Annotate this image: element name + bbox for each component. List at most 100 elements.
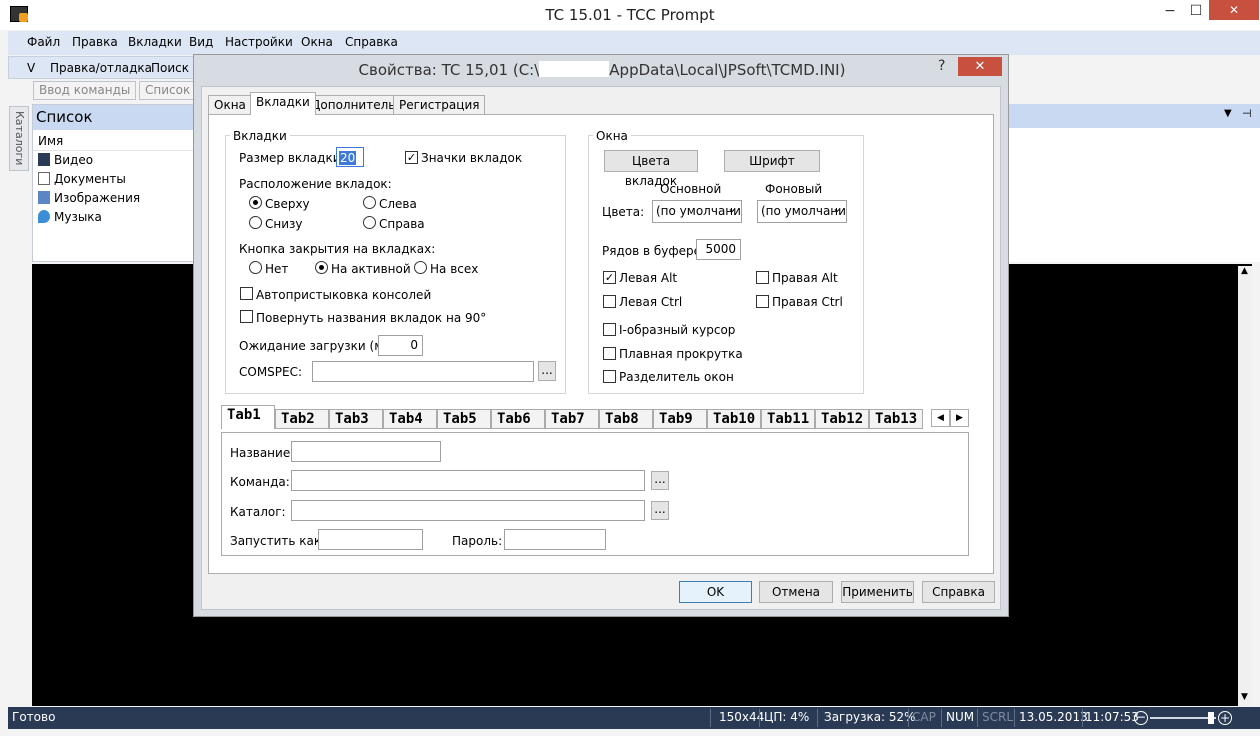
ok-button[interactable]: OK bbox=[679, 581, 752, 603]
zoom-slider-thumb[interactable] bbox=[1208, 712, 1214, 724]
splitter-label: Разделитель окон bbox=[619, 370, 734, 384]
smooth-scroll-checkbox[interactable] bbox=[603, 347, 616, 360]
font-button[interactable]: Шрифт bbox=[724, 150, 820, 172]
tabdef-tab13[interactable]: Tab13 bbox=[869, 409, 923, 429]
scroll-down-icon[interactable]: ▼ bbox=[1241, 692, 1248, 702]
background-label: Фоновый bbox=[765, 182, 823, 196]
tabdef-tab6[interactable]: Tab6 bbox=[491, 409, 545, 429]
auto-dock-checkbox[interactable] bbox=[240, 287, 253, 300]
tab-scroll-right-icon[interactable]: ▶ bbox=[950, 409, 969, 427]
dialog-close-button[interactable]: ✕ bbox=[958, 57, 1002, 76]
side-tab-folders[interactable]: Каталоги bbox=[9, 106, 29, 171]
console-scrollbar[interactable]: ▲ ▼ bbox=[1238, 266, 1252, 706]
right-alt-label: Правая Alt bbox=[772, 271, 838, 285]
tabdef-tab10[interactable]: Tab10 bbox=[707, 409, 761, 429]
menu-file[interactable]: Файл bbox=[27, 35, 60, 49]
left-ctrl-checkbox[interactable] bbox=[603, 295, 616, 308]
tab-scroll-left-icon[interactable]: ◀ bbox=[931, 409, 950, 427]
rotate-names-checkbox[interactable] bbox=[240, 310, 253, 323]
status-bar: Готово 150x44 ЦП: 4% Загрузка: 52% CAP N… bbox=[8, 707, 1260, 729]
position-bottom-radio[interactable] bbox=[249, 216, 262, 229]
menu-settings[interactable]: Настройки bbox=[225, 35, 293, 49]
menu-edit[interactable]: Правка bbox=[72, 35, 118, 49]
background-color-select[interactable]: (по умолчани bbox=[757, 200, 847, 223]
dialog-title: Свойства: TC 15,01 (C:\ AppData\Local\JPS… bbox=[358, 61, 846, 79]
status-load: Загрузка: 52% bbox=[824, 710, 916, 724]
tab-command-label: Команда: bbox=[230, 475, 290, 489]
tabdef-tab3[interactable]: Tab3 bbox=[329, 409, 383, 429]
position-left-radio[interactable] bbox=[363, 196, 376, 209]
tabdef-tab5[interactable]: Tab5 bbox=[437, 409, 491, 429]
tab-name-input[interactable] bbox=[291, 441, 441, 462]
command-browse-button[interactable]: ... bbox=[651, 471, 669, 490]
status-console-size: 150x44 bbox=[719, 710, 765, 724]
tab-size-input[interactable]: 20 bbox=[336, 147, 364, 167]
tab-folder-input[interactable] bbox=[291, 500, 645, 521]
tabdef-tab11[interactable]: Tab11 bbox=[761, 409, 815, 429]
tab-tabs[interactable]: Вкладки bbox=[250, 92, 316, 115]
list-item[interactable]: Документы bbox=[38, 170, 126, 189]
tabdef-tab2[interactable]: Tab2 bbox=[275, 409, 329, 429]
help-button[interactable]: Справка bbox=[922, 581, 995, 603]
right-alt-checkbox[interactable] bbox=[756, 271, 769, 284]
list-item[interactable]: Музыка bbox=[38, 208, 102, 227]
panel-dropdown-icon[interactable]: ▼ bbox=[1224, 108, 1232, 119]
pin-icon[interactable]: ⊣ bbox=[1242, 107, 1252, 120]
dialog-help-icon[interactable]: ? bbox=[938, 58, 945, 74]
command-input-button[interactable]: Ввод команды bbox=[33, 81, 137, 100]
zoom-in-icon[interactable]: + bbox=[1218, 711, 1232, 725]
position-right-label: Справа bbox=[379, 217, 425, 231]
tabdef-tab1[interactable]: Tab1 bbox=[221, 405, 275, 429]
properties-dialog: Свойства: TC 15,01 (C:\ AppData\Local\JPS… bbox=[193, 54, 1009, 617]
apply-button[interactable]: Применить bbox=[841, 581, 914, 603]
tab-icons-checkbox[interactable]: ✓ bbox=[405, 151, 418, 164]
tab-registration[interactable]: Регистрация bbox=[393, 95, 486, 115]
close-active-radio[interactable] bbox=[315, 261, 328, 274]
menu-windows[interactable]: Окна bbox=[301, 35, 333, 49]
tabdef-tab4[interactable]: Tab4 bbox=[383, 409, 437, 429]
menu-view[interactable]: Вид bbox=[189, 35, 213, 49]
tab-command-input[interactable] bbox=[291, 470, 645, 491]
password-input[interactable] bbox=[504, 529, 606, 550]
position-right-radio[interactable] bbox=[363, 216, 376, 229]
run-as-input[interactable] bbox=[318, 529, 423, 550]
edit-debug-button[interactable]: Правка/отладка bbox=[50, 61, 152, 75]
position-top-radio[interactable] bbox=[249, 196, 262, 209]
tab-definitions-strip: Tab1 Tab2 Tab3 Tab4 Tab5 Tab6 Tab7 Tab8 … bbox=[221, 405, 969, 433]
left-alt-checkbox[interactable]: ✓ bbox=[603, 271, 616, 284]
menu-help[interactable]: Справка bbox=[345, 35, 398, 49]
splitter-checkbox[interactable] bbox=[603, 370, 616, 383]
position-bottom-label: Снизу bbox=[265, 217, 303, 231]
list-item[interactable]: Изображения bbox=[38, 189, 140, 208]
foreground-color-select[interactable]: (по умолчани bbox=[652, 200, 742, 223]
cancel-button[interactable]: Отмена bbox=[759, 581, 833, 603]
comspec-browse-button[interactable]: ... bbox=[538, 361, 556, 381]
zoom-out-icon[interactable]: − bbox=[1134, 711, 1148, 725]
tabdef-tab9[interactable]: Tab9 bbox=[653, 409, 707, 429]
list-button[interactable]: Список bbox=[139, 81, 197, 100]
scroll-up-icon[interactable]: ▲ bbox=[1241, 266, 1248, 276]
ibeam-cursor-checkbox[interactable] bbox=[603, 323, 616, 336]
list-item[interactable]: Видео bbox=[38, 151, 93, 170]
right-ctrl-checkbox[interactable] bbox=[756, 295, 769, 308]
folder-browse-button[interactable]: ... bbox=[651, 501, 669, 520]
tabdef-tab8[interactable]: Tab8 bbox=[599, 409, 653, 429]
tabs-group-label: Вкладки bbox=[230, 129, 290, 143]
menu-tabs[interactable]: Вкладки bbox=[128, 35, 182, 49]
close-none-radio[interactable] bbox=[249, 261, 262, 274]
zoom-slider[interactable] bbox=[1150, 717, 1216, 719]
search-button[interactable]: Поиск bbox=[151, 61, 189, 75]
tabdef-tab12[interactable]: Tab12 bbox=[815, 409, 869, 429]
tabdef-tab7[interactable]: Tab7 bbox=[545, 409, 599, 429]
load-wait-input[interactable]: 0 bbox=[378, 335, 423, 356]
windows-group-label: Окна bbox=[593, 129, 631, 143]
status-scroll: SCRL bbox=[982, 710, 1014, 724]
buffer-rows-input[interactable]: 5000 bbox=[696, 239, 741, 260]
tab-windows[interactable]: Окна bbox=[208, 95, 252, 115]
toolbar-grip[interactable]: V bbox=[27, 61, 35, 75]
tab-colors-button[interactable]: Цвета вкладок bbox=[604, 150, 698, 188]
comspec-input[interactable] bbox=[312, 361, 534, 382]
close-all-radio[interactable] bbox=[414, 261, 427, 274]
column-header-name[interactable]: Имя bbox=[33, 131, 193, 151]
close-window-button[interactable]: ✕ bbox=[1209, 0, 1259, 20]
